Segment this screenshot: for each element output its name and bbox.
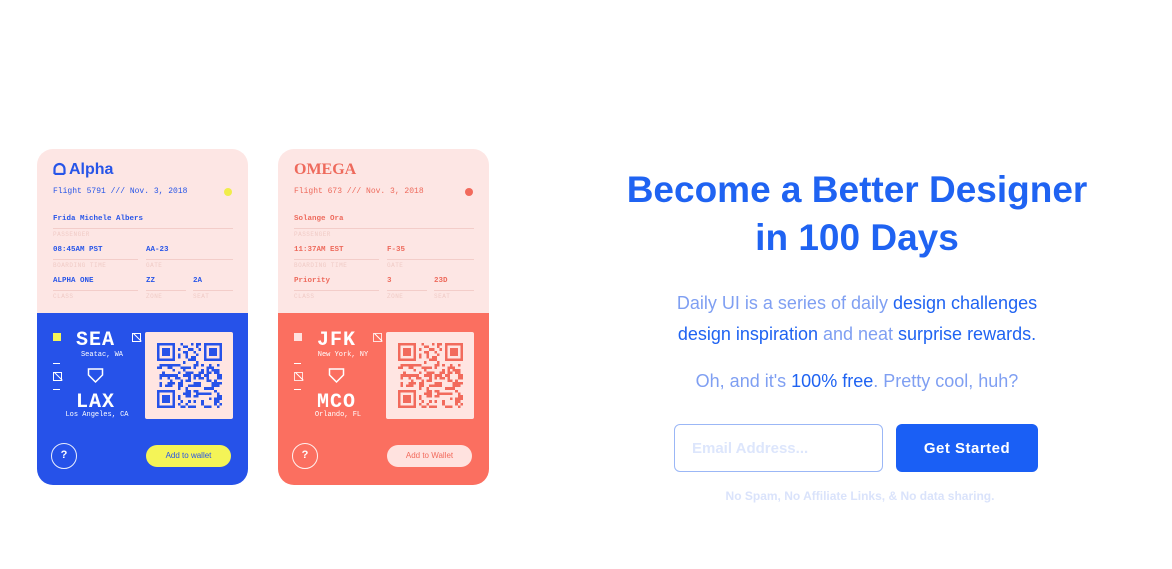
dash-marker-icon: [53, 389, 60, 390]
email-input[interactable]: [674, 424, 883, 472]
dash-marker-icon: [294, 363, 301, 364]
boarding-time-field: 08:45AM PST BOARDING TIME: [53, 244, 138, 269]
boarding-time-field: 11:37AM EST BOARDING TIME: [294, 244, 379, 269]
class-label: CLASS: [53, 293, 74, 300]
crossed-box-icon: [294, 372, 303, 381]
boarding-pass-card-omega: OMEGA Flight 673 /// Nov. 3, 2018 Solang…: [278, 149, 489, 485]
origin-city: Seatac, WA: [80, 351, 123, 359]
boarding-time-value: 11:37AM EST: [294, 246, 344, 254]
flight-info: Flight 673 /// Nov. 3, 2018: [294, 187, 424, 196]
airline-brand: Alpha: [53, 161, 113, 179]
plane-direction-icon: [87, 368, 104, 384]
passenger-name: Solange Ora: [294, 215, 344, 223]
crossed-box-icon: [53, 372, 62, 381]
dash-marker-icon: [294, 389, 301, 390]
gate-label: GATE: [146, 262, 163, 269]
status-dot: [465, 188, 473, 196]
pass-route-section: JFK New York, NY MCO Orlando, FL ? Add t…: [278, 313, 489, 485]
desc-highlight: design challenges: [892, 293, 1038, 313]
privacy-note: No Spam, No Affiliate Links, & No data s…: [725, 489, 995, 503]
pass-details-section: OMEGA Flight 673 /// Nov. 3, 2018 Solang…: [278, 149, 489, 313]
zone-value: 3: [387, 277, 392, 285]
passenger-name: Frida Michele Albers: [53, 215, 144, 223]
plane-direction-icon: [328, 368, 345, 384]
passenger-field: Frida Michele Albers PASSENGER: [53, 213, 233, 238]
gate-field: AA-23 GATE: [146, 244, 233, 269]
airline-logo-icon: [53, 162, 66, 175]
boarding-time-label: BOARDING TIME: [53, 262, 107, 269]
crossed-box-icon: [132, 333, 141, 342]
airline-brand: OMEGA: [294, 161, 356, 179]
boarding-time-label: BOARDING TIME: [294, 262, 348, 269]
class-field: Priority CLASS: [294, 275, 379, 300]
crossed-box-icon: [373, 333, 382, 342]
origin-airport-code: SEA: [76, 329, 116, 352]
flight-info: Flight 5791 /// Nov. 3, 2018: [53, 187, 188, 196]
class-field: ALPHA ONE CLASS: [53, 275, 138, 300]
seat-value: 23D: [434, 277, 448, 285]
square-marker-icon: [294, 333, 302, 341]
desc-highlight: surprise rewards: [898, 324, 1032, 344]
zone-label: ZONE: [146, 293, 163, 300]
qr-code: [145, 332, 233, 419]
status-dot: [224, 188, 232, 196]
pass-route-section: SEA Seatac, WA LAX Los Angeles, CA ? Add…: [37, 313, 248, 485]
desc-text: and neat: [817, 324, 899, 344]
add-to-wallet-button[interactable]: Add to Wallet: [387, 445, 472, 467]
hero-title-line-1: Become a Better Designer: [626, 169, 1088, 210]
airline-name: OMEGA: [294, 161, 357, 178]
origin-city: New York, NY: [317, 351, 369, 359]
gate-label: GATE: [387, 262, 404, 269]
qr-code: [386, 332, 474, 419]
seat-field: 23D SEAT: [434, 275, 474, 300]
seat-value: 2A: [193, 277, 203, 285]
zone-label: ZONE: [387, 293, 404, 300]
gate-value: F-35: [387, 246, 406, 254]
zone-value: ZZ: [146, 277, 156, 285]
pricing-text: . Pretty cool, huh?: [873, 371, 1019, 391]
passenger-label: PASSENGER: [53, 231, 90, 238]
origin-airport-code: JFK: [317, 329, 357, 352]
boarding-time-value: 08:45AM PST: [53, 246, 103, 254]
gate-value: AA-23: [146, 246, 169, 254]
pricing-highlight: 100% free: [791, 371, 874, 391]
desc-text: Daily UI is a series of daily: [676, 293, 893, 313]
class-value: ALPHA ONE: [53, 277, 94, 285]
dash-marker-icon: [53, 363, 60, 364]
destination-city: Orlando, FL: [314, 411, 362, 419]
square-marker-icon: [53, 333, 61, 341]
class-value: Priority: [294, 277, 331, 285]
seat-label: SEAT: [434, 293, 451, 300]
help-button[interactable]: ?: [51, 443, 77, 469]
class-label: CLASS: [294, 293, 315, 300]
destination-city: Los Angeles, CA: [65, 411, 129, 419]
boarding-pass-card-alpha: Alpha Flight 5791 /// Nov. 3, 2018 Frida…: [37, 149, 248, 485]
pass-details-section: Alpha Flight 5791 /// Nov. 3, 2018 Frida…: [37, 149, 248, 313]
airline-name: Alpha: [69, 161, 114, 178]
passenger-field: Solange Ora PASSENGER: [294, 213, 474, 238]
add-to-wallet-button[interactable]: Add to wallet: [146, 445, 231, 467]
desc-highlight: design inspiration: [677, 324, 818, 344]
get-started-button[interactable]: Get Started: [896, 424, 1038, 472]
seat-field: 2A SEAT: [193, 275, 233, 300]
qr-code-icon: [398, 343, 463, 408]
help-button[interactable]: ?: [292, 443, 318, 469]
pricing-text: Oh, and it's: [695, 371, 792, 391]
hero-title-line-2: in 100 Days: [755, 217, 959, 258]
zone-field: ZZ ZONE: [146, 275, 186, 300]
desc-text: .: [1031, 324, 1037, 344]
hero-description: Daily UI is a series of daily design cha…: [586, 288, 1128, 350]
pricing-note: Oh, and it's 100% free. Pretty cool, huh…: [586, 368, 1128, 394]
seat-label: SEAT: [193, 293, 210, 300]
zone-field: 3 ZONE: [387, 275, 427, 300]
gate-field: F-35 GATE: [387, 244, 474, 269]
hero-title: Become a Better Designer in 100 Days: [586, 166, 1128, 262]
qr-code-icon: [157, 343, 222, 408]
passenger-label: PASSENGER: [294, 231, 331, 238]
